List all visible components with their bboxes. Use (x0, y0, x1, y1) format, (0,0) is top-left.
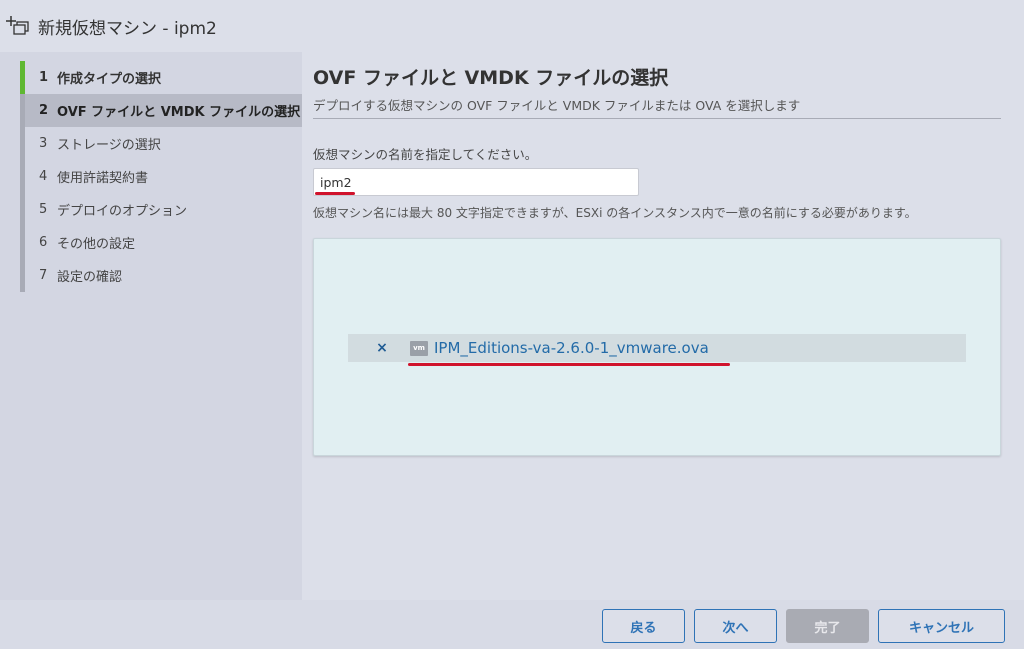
highlight-underline (315, 192, 355, 195)
wizard-footer: 戻る 次へ 完了 キャンセル (0, 600, 1024, 649)
step-label: 使用許諾契約書 (57, 171, 149, 186)
highlight-underline (408, 363, 730, 366)
page-subtitle: デプロイする仮想マシンの OVF ファイルと VMDK ファイルまたは OVA … (313, 98, 801, 113)
step-number: 1 (39, 70, 49, 85)
step-license-agreement: 4 使用許諾契約書 (25, 160, 302, 193)
vm-name-hint: 仮想マシン名には最大 80 文字指定できますが、ESXi の各インスタンス内で一… (313, 206, 917, 220)
divider (313, 118, 1001, 119)
wizard-sidebar: 1 作成タイプの選択 2 OVF ファイルと VMDK ファイルの選択 3 スト… (0, 52, 302, 600)
wizard-steps: 1 作成タイプの選択 2 OVF ファイルと VMDK ファイルの選択 3 スト… (20, 61, 302, 292)
step-number: 2 (39, 103, 49, 118)
selected-file-name: IPM_Editions-va-2.6.0-1_vmware.ova (434, 339, 709, 357)
step-label: OVF ファイルと VMDK ファイルの選択 (57, 105, 301, 120)
step-label: その他の設定 (57, 237, 136, 252)
step-label: デプロイのオプション (57, 204, 188, 219)
step-select-storage: 3 ストレージの選択 (25, 127, 302, 160)
step-label: 設定の確認 (57, 270, 123, 285)
step-label: 作成タイプの選択 (57, 72, 162, 87)
step-number: 7 (39, 268, 48, 283)
window-title: 新規仮想マシン - ipm2 (38, 18, 217, 39)
new-vm-icon (6, 14, 32, 38)
title-bar: 新規仮想マシン - ipm2 (0, 0, 1024, 52)
finish-button: 完了 (786, 609, 869, 643)
step-number: 5 (39, 202, 48, 217)
step-number: 3 (39, 136, 48, 151)
step-review-settings: 7 設定の確認 (25, 259, 302, 292)
remove-file-icon[interactable]: × (374, 340, 390, 356)
page-title: OVF ファイルと VMDK ファイルの選択 (313, 67, 669, 89)
step-deploy-options: 5 デプロイのオプション (25, 193, 302, 226)
vm-name-label: 仮想マシンの名前を指定してください。 (313, 147, 538, 162)
step-create-type[interactable]: 1 作成タイプの選択 (20, 61, 302, 94)
file-drop-area[interactable]: × vm IPM_Editions-va-2.6.0-1_vmware.ova (313, 238, 1001, 456)
vm-file-icon: vm (410, 340, 428, 356)
vm-name-input[interactable] (313, 168, 639, 196)
step-number: 6 (39, 235, 48, 250)
cancel-button[interactable]: キャンセル (878, 609, 1005, 643)
step-number: 4 (39, 169, 48, 184)
step-label: ストレージの選択 (57, 138, 161, 153)
wizard-main: OVF ファイルと VMDK ファイルの選択 デプロイする仮想マシンの OVF … (302, 52, 1024, 600)
step-other-settings: 6 その他の設定 (25, 226, 302, 259)
step-select-ovf-vmdk[interactable]: 2 OVF ファイルと VMDK ファイルの選択 (25, 94, 302, 127)
selected-file-row: × vm IPM_Editions-va-2.6.0-1_vmware.ova (348, 334, 966, 362)
back-button[interactable]: 戻る (602, 609, 685, 643)
next-button[interactable]: 次へ (694, 609, 777, 643)
